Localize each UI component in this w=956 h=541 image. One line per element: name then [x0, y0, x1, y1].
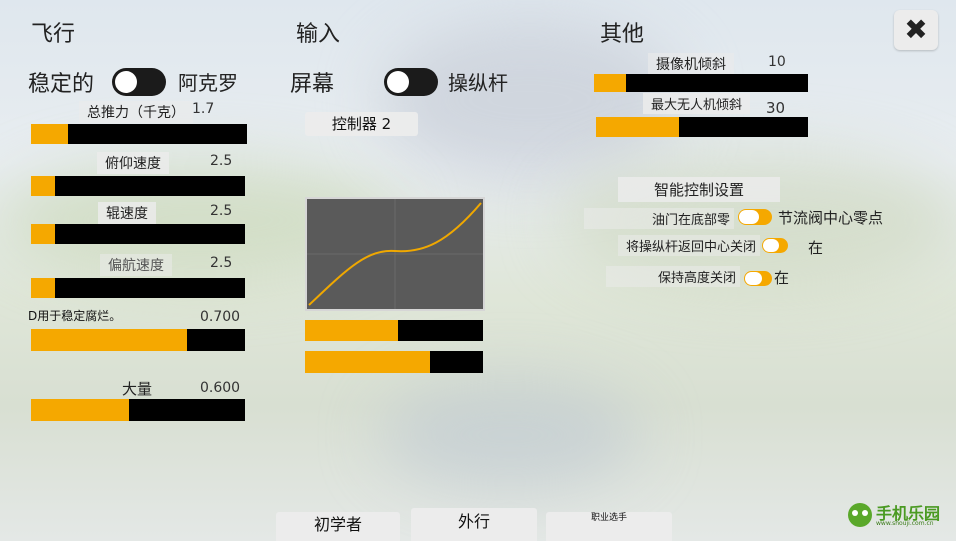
slider-fill: [31, 224, 55, 244]
slider-fill: [305, 320, 398, 341]
roll-speed-label: 辊速度: [98, 202, 156, 224]
slider-fill: [31, 176, 55, 196]
d-decay-slider[interactable]: [31, 329, 245, 351]
pitch-speed-slider[interactable]: [31, 176, 245, 196]
slider-fill: [594, 74, 627, 92]
mass-label: 大量: [122, 380, 153, 398]
toggle-knob: [115, 71, 137, 93]
close-button[interactable]: ✖: [894, 10, 938, 50]
preset-beginner-label: 初学者: [313, 515, 362, 534]
yaw-speed-label: 偏航速度: [100, 254, 172, 276]
preset-amateur-label: 外行: [457, 512, 490, 531]
smart-control-title: 智能控制设置: [618, 177, 781, 202]
curve-expo-slider[interactable]: [305, 320, 483, 341]
input-mode-toggle[interactable]: [384, 68, 438, 96]
controller-label: 控制器 2: [331, 115, 392, 133]
preset-pro-button[interactable]: 职业选手: [546, 512, 672, 541]
watermark-icon: [848, 503, 872, 527]
flight-section-title: 飞行: [31, 22, 76, 47]
camera-tilt-slider[interactable]: [594, 74, 808, 92]
controller-select-button[interactable]: 控制器 2: [305, 112, 418, 136]
slider-fill: [305, 351, 430, 373]
toggle-knob: [745, 272, 762, 285]
toggle-knob: [763, 239, 779, 252]
input-mode-row: 屏幕 操纵杆: [290, 66, 530, 97]
throttle-zero-on-label: 节流阀中心零点: [778, 209, 884, 227]
toggle-knob: [739, 210, 759, 224]
response-curve-graph: [305, 197, 485, 311]
camera-tilt-value: 10: [768, 54, 786, 70]
joystick-label: 操纵杆: [448, 71, 508, 95]
altitude-hold-on-label: 在: [774, 269, 790, 287]
return-center-on-label: 在: [808, 239, 824, 257]
yaw-speed-value: 2.5: [210, 255, 233, 271]
mass-slider[interactable]: [31, 399, 245, 421]
altitude-hold-toggle[interactable]: [744, 271, 772, 286]
response-curve-svg: [307, 199, 483, 309]
slider-fill: [31, 399, 130, 421]
max-drone-tilt-slider[interactable]: [596, 117, 808, 137]
flight-mode-toggle[interactable]: [112, 68, 166, 96]
pitch-speed-label: 俯仰速度: [97, 152, 169, 174]
max-drone-tilt-value: 30: [766, 99, 786, 117]
close-icon: ✖: [904, 13, 928, 46]
toggle-knob: [387, 71, 409, 93]
watermark-sub: www.shouji.com.cn: [876, 520, 934, 527]
curve-rate-slider[interactable]: [305, 351, 483, 373]
yaw-speed-slider[interactable]: [31, 278, 245, 298]
preset-beginner-button[interactable]: 初学者: [276, 512, 400, 541]
slider-fill: [596, 117, 679, 137]
slider-fill: [31, 329, 188, 351]
acro-label: 阿克罗: [178, 71, 238, 95]
max-drone-tilt-label: 最大无人机倾斜: [643, 93, 751, 114]
thrust-slider[interactable]: [31, 124, 247, 144]
input-section-title: 输入: [296, 22, 341, 47]
thrust-label: 总推力（千克）: [79, 101, 193, 123]
camera-tilt-label: 摄像机倾斜: [648, 53, 734, 75]
altitude-hold-off-label: 保持高度关闭: [606, 266, 741, 287]
other-section-title: 其他: [600, 22, 645, 47]
preset-pro-label: 职业选手: [590, 513, 627, 523]
screen-label: 屏幕: [290, 72, 335, 97]
d-decay-label: D用于稳定腐烂。: [28, 309, 122, 323]
d-decay-value: 0.700: [200, 309, 241, 325]
roll-speed-slider[interactable]: [31, 224, 245, 244]
watermark-logo: 手机乐园 www.shouji.com.cn: [846, 498, 946, 532]
return-center-toggle[interactable]: [762, 238, 788, 253]
stabilize-label: 稳定的: [28, 72, 95, 97]
return-center-off-label: 将操纵杆返回中心关闭: [618, 235, 761, 256]
slider-fill: [31, 124, 68, 144]
mass-value: 0.600: [200, 380, 241, 396]
thrust-value: 1.7: [192, 101, 215, 117]
throttle-zero-off-label: 油门在底部零: [584, 208, 735, 229]
flight-mode-row: 稳定的 阿克罗: [28, 66, 258, 97]
pitch-speed-value: 2.5: [210, 153, 233, 169]
preset-amateur-button[interactable]: 外行: [411, 508, 537, 541]
throttle-zero-toggle[interactable]: [738, 209, 772, 225]
background-blur: [380, 380, 640, 490]
roll-speed-value: 2.5: [210, 203, 233, 219]
slider-fill: [31, 278, 55, 298]
